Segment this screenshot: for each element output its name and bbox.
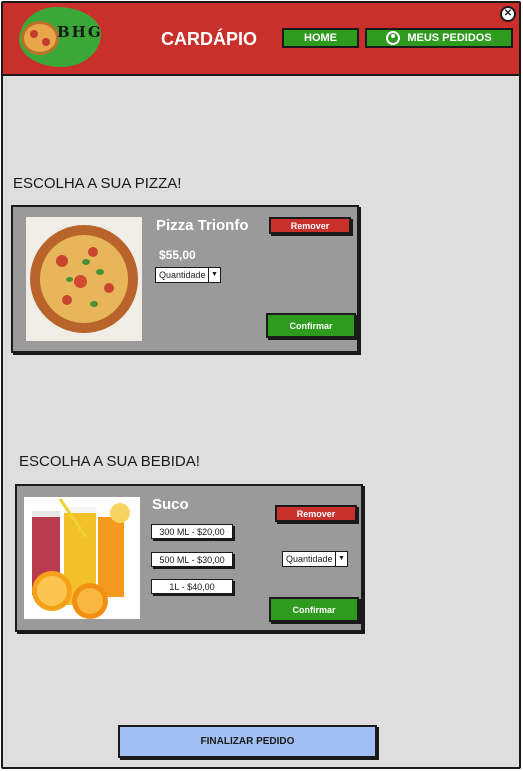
drink-remove-label: Remover xyxy=(296,508,336,519)
drink-quantity-select[interactable]: Quantidade ▼ xyxy=(282,551,348,567)
pizza-confirm-label: Confirmar xyxy=(289,320,333,331)
pizza-quantity-select[interactable]: Quantidade ▼ xyxy=(155,267,221,283)
close-icon[interactable]: ✕ xyxy=(500,6,516,22)
finish-order-button[interactable]: FINALIZAR PEDIDO xyxy=(118,725,377,758)
chevron-down-icon: ▼ xyxy=(335,552,347,566)
home-button[interactable]: HOME xyxy=(282,28,359,48)
pizza-name: Pizza Trionfo xyxy=(156,217,249,234)
app-window: BHG CARDÁPIO HOME MEUS PEDIDOS ✕ ESCOLHA… xyxy=(1,1,521,769)
pizza-section-heading: ESCOLHA A SUA PIZZA! xyxy=(13,175,182,192)
header-bar: BHG CARDÁPIO HOME MEUS PEDIDOS ✕ xyxy=(3,3,519,76)
drink-name: Suco xyxy=(152,496,189,513)
user-icon xyxy=(386,31,401,45)
drink-size-label: 1L - $40,00 xyxy=(169,581,215,592)
pizza-quantity-label: Quantidade xyxy=(159,270,206,280)
drink-size-option[interactable]: 500 ML - $30,00 xyxy=(151,552,233,567)
pizza-remove-button[interactable]: Remover xyxy=(269,217,351,234)
page-title: CARDÁPIO xyxy=(161,29,258,49)
drink-confirm-button[interactable]: Confirmar xyxy=(269,597,359,622)
my-orders-button[interactable]: MEUS PEDIDOS xyxy=(365,28,513,48)
juice-image xyxy=(24,497,140,619)
my-orders-button-label: MEUS PEDIDOS xyxy=(407,32,492,44)
pizza-remove-label: Remover xyxy=(290,220,330,231)
drink-size-label: 500 ML - $30,00 xyxy=(159,554,225,565)
drink-size-option[interactable]: 300 ML - $20,00 xyxy=(151,524,233,539)
drink-section-heading: ESCOLHA A SUA BEBIDA! xyxy=(19,453,200,470)
pizza-card: Pizza Trionfo $55,00 Quantidade ▼ Remove… xyxy=(11,205,359,353)
drink-quantity-label: Quantidade xyxy=(286,554,333,564)
logo-text: BHG xyxy=(57,23,103,41)
finish-order-label: FINALIZAR PEDIDO xyxy=(200,736,295,747)
drink-size-option[interactable]: 1L - $40,00 xyxy=(151,579,233,594)
logo[interactable]: BHG xyxy=(19,7,101,67)
pizza-image xyxy=(26,217,142,341)
pizza-logo-icon xyxy=(21,21,59,55)
home-button-label: HOME xyxy=(304,32,337,44)
pizza-confirm-button[interactable]: Confirmar xyxy=(266,313,356,338)
pizza-price: $55,00 xyxy=(159,248,196,262)
drink-size-label: 300 ML - $20,00 xyxy=(159,526,225,537)
drink-remove-button[interactable]: Remover xyxy=(275,505,357,522)
drink-confirm-label: Confirmar xyxy=(292,604,336,615)
drink-card: Suco 300 ML - $20,00 500 ML - $30,00 1L … xyxy=(15,484,363,632)
chevron-down-icon: ▼ xyxy=(208,268,220,282)
